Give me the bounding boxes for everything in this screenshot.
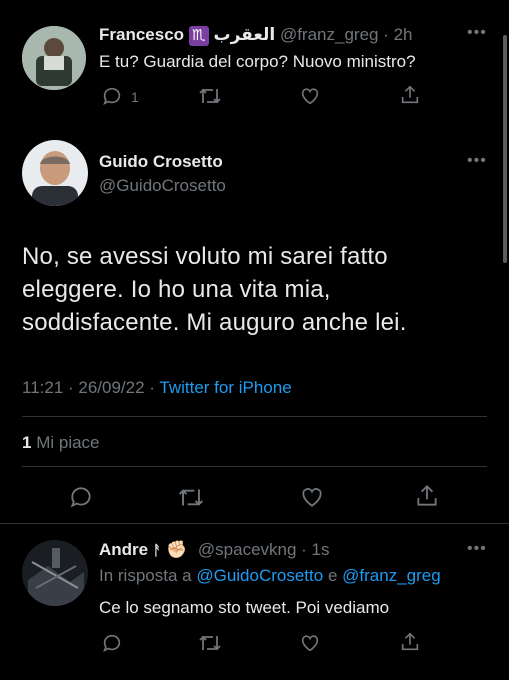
main-tweet-meta: 11:21 · 26/09/22 · Twitter for iPhone	[22, 378, 292, 398]
fist-emoji: ✊🏻	[166, 540, 188, 559]
likes-label: Mi piace	[36, 433, 100, 452]
reply-like-icon[interactable]	[299, 632, 321, 654]
main-tweet-line-1: No, se avessi voluto mi sarei fatto	[22, 243, 388, 270]
avatar-guido[interactable]	[22, 140, 88, 206]
main-more-icon[interactable]: •••	[467, 152, 487, 170]
tweet1-more-icon[interactable]: •••	[467, 24, 487, 42]
avatar-andre[interactable]	[22, 540, 88, 606]
reply-handle[interactable]: @spacevkng	[198, 540, 297, 559]
divider-reply	[0, 523, 509, 524]
tweet1-reply-icon[interactable]	[101, 85, 123, 107]
tweet1-author-arabic: العقرب	[213, 25, 276, 44]
reply-time[interactable]: · 1s	[301, 540, 329, 559]
reply-header: Andre ᚨ ✊🏻 @spacevkng · 1s	[99, 540, 330, 560]
reply-retweet-icon[interactable]	[198, 632, 222, 654]
reply-more-icon[interactable]: •••	[467, 540, 487, 558]
reply-author-name[interactable]: Andre	[99, 540, 148, 559]
mention-guidocrosetto[interactable]: @GuidoCrosetto	[196, 566, 323, 585]
avatar-francesco[interactable]	[22, 26, 86, 90]
divider-meta	[22, 416, 487, 417]
tweet1-time[interactable]: · 2h	[383, 25, 412, 44]
main-tweet-timestamp[interactable]: 11:21 · 26/09/22 ·	[22, 378, 155, 397]
scorpio-emoji: ♏	[188, 26, 209, 46]
main-tweet-source[interactable]: Twitter for iPhone	[159, 378, 291, 397]
main-author-handle[interactable]: @GuidoCrosetto	[99, 176, 226, 196]
likes-summary[interactable]: 1 Mi piace	[22, 433, 100, 453]
reply-text: Ce lo segnamo sto tweet. Poi vediamo	[99, 598, 390, 617]
tweet1-share-icon[interactable]	[399, 84, 421, 106]
mention-franz-greg[interactable]: @franz_greg	[342, 566, 441, 585]
main-like-icon[interactable]	[299, 484, 325, 510]
tweet1-like-icon[interactable]	[299, 85, 321, 107]
main-retweet-icon[interactable]	[177, 485, 205, 510]
tweet1-retweet-icon[interactable]	[198, 85, 222, 107]
reply-in-reply-to: In risposta a @GuidoCrosetto e @franz_gr…	[99, 566, 441, 586]
tweet1-author-name[interactable]: Francesco	[99, 25, 184, 44]
in-reply-conj: e	[327, 566, 338, 585]
main-author-name[interactable]: Guido Crosetto	[99, 152, 223, 172]
reply-share-icon[interactable]	[399, 631, 421, 653]
tweet1-handle[interactable]: @franz_greg	[280, 25, 379, 44]
main-tweet-line-2: eleggere. Io ho una vita mia,	[22, 276, 331, 303]
tweet1-header: Francesco ♏ العقرب @franz_greg · 2h	[99, 25, 413, 46]
reply-reply-icon[interactable]	[101, 632, 123, 654]
main-reply-icon[interactable]	[68, 484, 94, 510]
tweet1-reply-count: 1	[131, 89, 139, 105]
main-tweet-line-3: soddisfacente. Mi auguro anche lei.	[22, 309, 407, 336]
likes-count: 1	[22, 433, 32, 452]
main-share-icon[interactable]	[414, 483, 440, 509]
reply-name-symbol: ᚨ	[152, 542, 162, 558]
in-reply-prefix: In risposta a	[99, 566, 192, 585]
scrollbar[interactable]	[503, 35, 507, 263]
tweet1-text: E tu? Guardia del corpo? Nuovo ministro?	[99, 52, 416, 71]
divider-likes	[22, 466, 487, 467]
main-tweet-text: No, se avessi voluto mi sarei fatto eleg…	[22, 240, 407, 339]
